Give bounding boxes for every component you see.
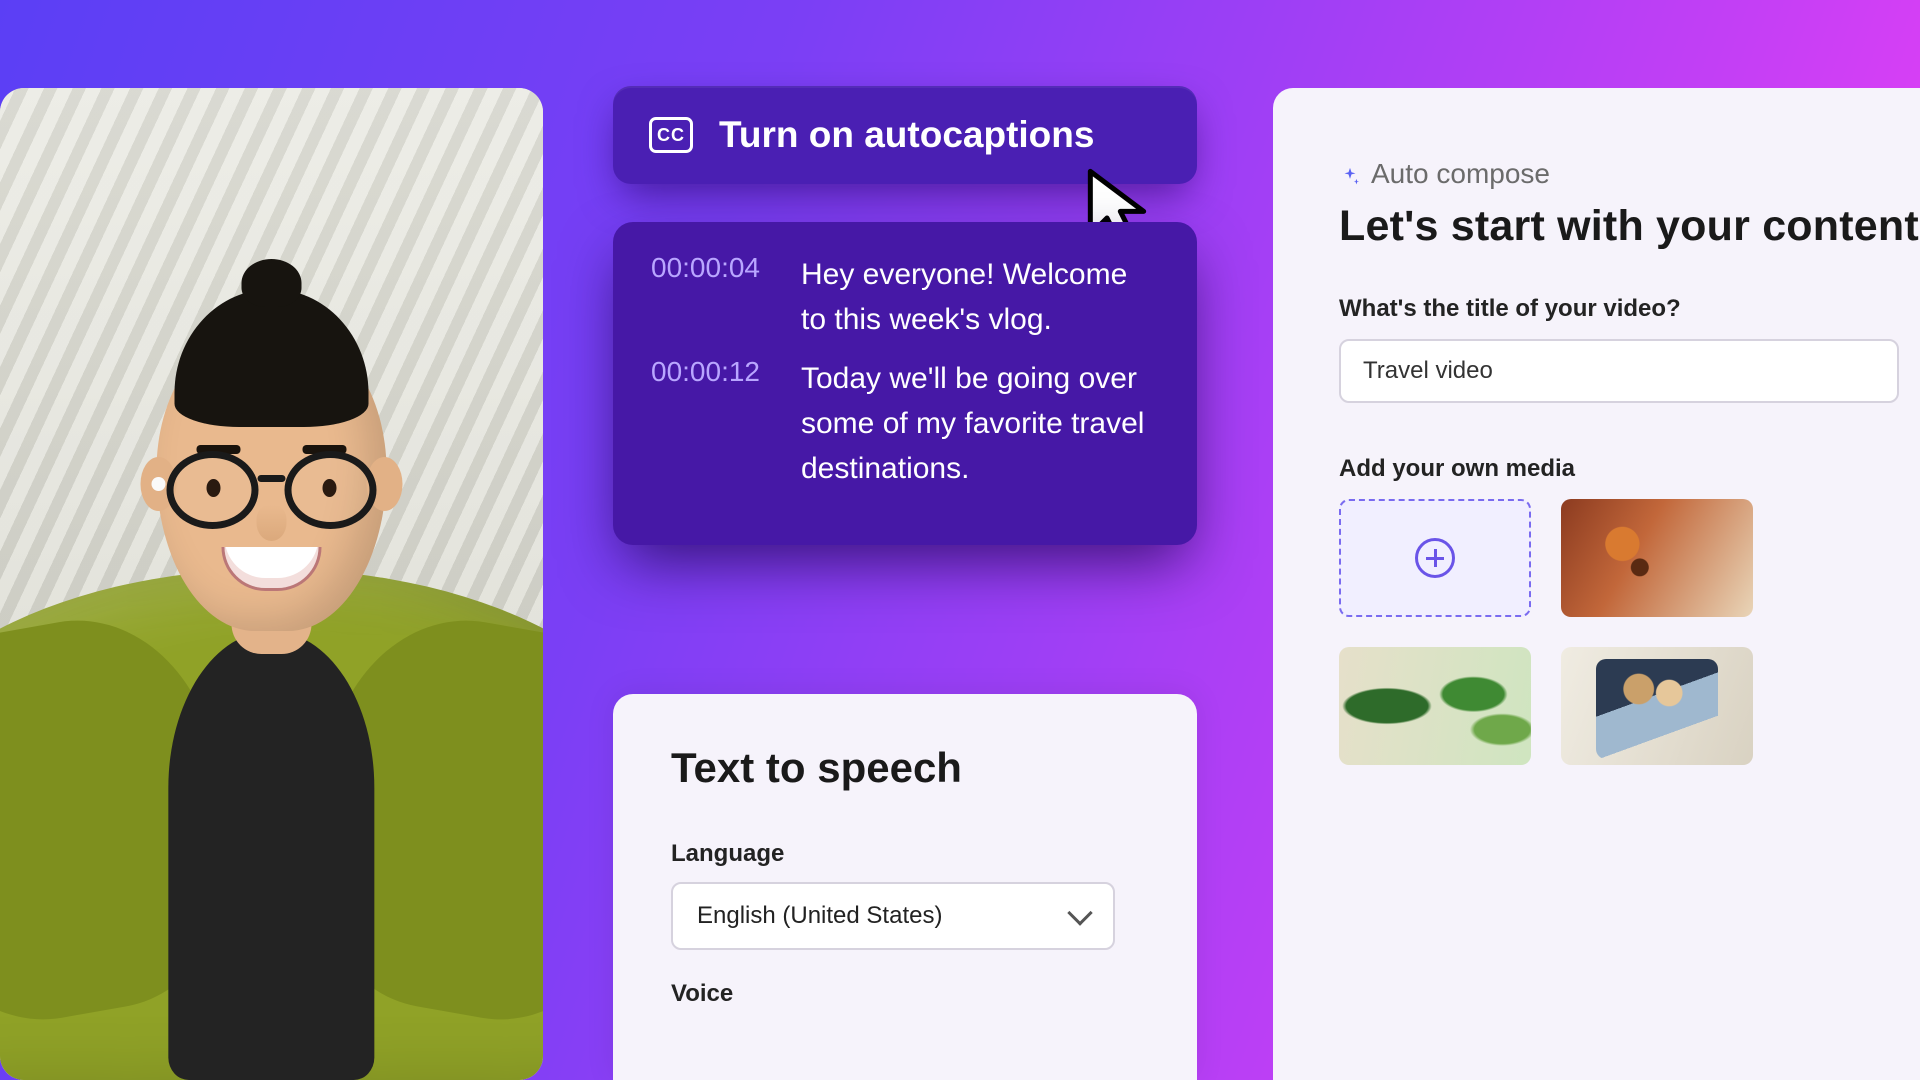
captions-transcript-panel: 00:00:04 Hey everyone! Welcome to this w… xyxy=(613,222,1197,545)
video-preview-thumbnail xyxy=(0,88,543,1080)
media-thumbnail[interactable] xyxy=(1561,647,1753,765)
media-grid xyxy=(1339,499,1920,765)
auto-compose-heading: Let's start with your content xyxy=(1339,202,1920,251)
caption-text: Hey everyone! Welcome to this week's vlo… xyxy=(801,252,1159,342)
caption-text: Today we'll be going over some of my fav… xyxy=(801,356,1159,491)
text-to-speech-panel: Text to speech Language English (United … xyxy=(613,694,1197,1080)
add-media-label: Add your own media xyxy=(1339,455,1920,483)
voice-label: Voice xyxy=(671,980,1139,1008)
media-thumbnail[interactable] xyxy=(1561,499,1753,617)
video-title-input[interactable]: Travel video xyxy=(1339,339,1899,403)
add-media-button[interactable] xyxy=(1339,499,1531,617)
chevron-down-icon xyxy=(1067,900,1092,925)
media-thumbnail[interactable] xyxy=(1339,647,1531,765)
turn-on-autocaptions-button[interactable]: CC Turn on autocaptions xyxy=(613,86,1197,184)
caption-row: 00:00:04 Hey everyone! Welcome to this w… xyxy=(651,252,1159,342)
auto-compose-badge-label: Auto compose xyxy=(1371,158,1550,190)
closed-captions-icon: CC xyxy=(649,117,693,153)
plus-icon xyxy=(1415,538,1455,578)
video-title-question: What's the title of your video? xyxy=(1339,295,1920,323)
caption-timestamp: 00:00:12 xyxy=(651,356,779,491)
tts-heading: Text to speech xyxy=(671,744,1139,792)
caption-timestamp: 00:00:04 xyxy=(651,252,779,342)
auto-compose-badge: Auto compose xyxy=(1339,158,1920,190)
video-title-input-value: Travel video xyxy=(1363,357,1493,385)
auto-compose-panel: Auto compose Let's start with your conte… xyxy=(1273,88,1920,1080)
language-select[interactable]: English (United States) xyxy=(671,882,1115,950)
caption-row: 00:00:12 Today we'll be going over some … xyxy=(651,356,1159,491)
sparkle-icon xyxy=(1339,163,1361,185)
language-select-value: English (United States) xyxy=(697,902,942,930)
autocaptions-button-label: Turn on autocaptions xyxy=(719,114,1094,156)
language-label: Language xyxy=(671,840,1139,868)
